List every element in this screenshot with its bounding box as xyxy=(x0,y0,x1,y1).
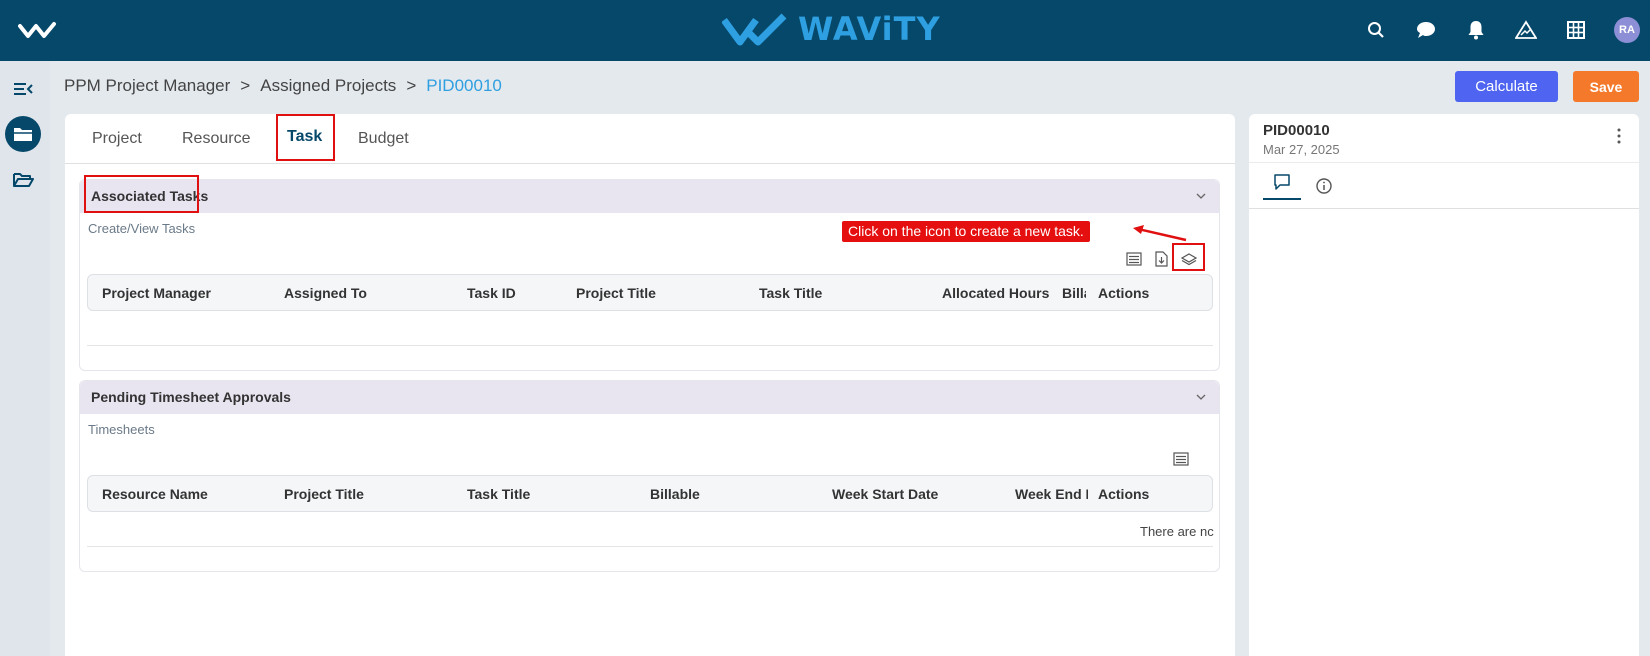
side-panel-date: Mar 27, 2025 xyxy=(1263,142,1340,157)
info-tab-icon[interactable] xyxy=(1305,173,1343,199)
column-header[interactable]: Billa xyxy=(1062,285,1086,301)
top-icon-bar: RA xyxy=(1364,17,1640,43)
detail-side-panel: PID00010 Mar 27, 2025 xyxy=(1249,114,1639,656)
user-avatar[interactable]: RA xyxy=(1614,17,1640,43)
top-bar: WAViTY RA xyxy=(0,0,1650,61)
section-subtitle: Timesheets xyxy=(88,422,155,437)
side-panel-tabs xyxy=(1249,162,1639,209)
breadcrumb-item[interactable]: Assigned Projects xyxy=(260,76,396,96)
associated-tasks-section: Associated Tasks Create/View Tasks Proje… xyxy=(79,179,1220,371)
tab-bar: Project Resource Task Budget xyxy=(65,114,1235,164)
pending-timesheets-section: Pending Timesheet Approvals Timesheets R… xyxy=(79,380,1220,572)
list-view-icon[interactable] xyxy=(1171,449,1191,469)
column-header[interactable]: Project Title xyxy=(284,486,364,502)
breadcrumb-current: PID00010 xyxy=(426,76,502,95)
column-header: Actions xyxy=(1098,285,1150,301)
grid-icon[interactable] xyxy=(1564,18,1588,42)
chevron-down-icon[interactable] xyxy=(1195,190,1207,202)
column-header[interactable]: Assigned To xyxy=(284,285,367,301)
tasks-table-header: Project Manager Assigned To Task ID Proj… xyxy=(87,274,1213,311)
annotation-callout: Click on the icon to create a new task. xyxy=(842,221,1090,242)
column-header[interactable]: Allocated Hours xyxy=(942,285,1049,301)
left-rail xyxy=(0,61,50,656)
breadcrumb-separator: > xyxy=(406,76,417,95)
table-divider xyxy=(87,345,1213,346)
associated-tasks-highlight xyxy=(84,175,199,213)
list-view-icon[interactable] xyxy=(1124,249,1144,269)
calculate-button[interactable]: Calculate xyxy=(1455,71,1558,102)
search-icon[interactable] xyxy=(1364,18,1388,42)
tab-project[interactable]: Project xyxy=(92,130,142,148)
column-header[interactable]: Resource Name xyxy=(102,486,208,502)
analytics-icon[interactable] xyxy=(1514,18,1538,42)
column-header[interactable]: Billable xyxy=(650,486,700,502)
app-logo-icon[interactable] xyxy=(18,18,58,44)
timesheets-table-header: Resource Name Project Title Task Title B… xyxy=(87,475,1213,512)
breadcrumb-separator: > xyxy=(240,76,251,95)
create-task-icon-highlight xyxy=(1172,243,1205,271)
breadcrumb-item[interactable]: PPM Project Manager xyxy=(64,76,230,96)
export-file-icon[interactable] xyxy=(1151,249,1171,269)
projects-folder-icon[interactable] xyxy=(5,116,41,152)
side-panel-title: PID00010 xyxy=(1263,122,1330,139)
column-header[interactable]: Week End D xyxy=(1015,486,1088,502)
column-header[interactable]: Project Title xyxy=(576,285,656,301)
collapse-menu-icon[interactable] xyxy=(5,71,41,107)
more-options-icon[interactable] xyxy=(1611,126,1627,146)
chevron-down-icon[interactable] xyxy=(1195,391,1207,403)
empty-table-message: There are nc xyxy=(1140,524,1214,539)
pending-timesheets-header[interactable]: Pending Timesheet Approvals xyxy=(80,381,1219,414)
comments-tab-icon[interactable] xyxy=(1263,163,1301,200)
column-header[interactable]: Task Title xyxy=(759,285,822,301)
section-title: Pending Timesheet Approvals xyxy=(91,389,291,405)
table-divider xyxy=(87,546,1213,547)
brand-logo: WAViTY xyxy=(722,10,941,48)
column-header[interactable]: Task ID xyxy=(467,285,516,301)
column-header[interactable]: Week Start Date xyxy=(832,486,938,502)
bell-icon[interactable] xyxy=(1464,18,1488,42)
save-button[interactable]: Save xyxy=(1573,71,1639,102)
tab-budget[interactable]: Budget xyxy=(358,130,409,148)
column-header: Actions xyxy=(1098,486,1150,502)
column-header[interactable]: Project Manager xyxy=(102,285,211,301)
main-panel: Project Resource Task Budget Associated … xyxy=(65,114,1235,656)
annotation-arrow-icon xyxy=(1133,225,1187,242)
associated-tasks-header[interactable]: Associated Tasks xyxy=(80,180,1219,213)
chat-icon[interactable] xyxy=(1414,18,1438,42)
brand-name: WAViTY xyxy=(798,10,941,48)
section-subtitle: Create/View Tasks xyxy=(88,221,196,236)
tab-resource[interactable]: Resource xyxy=(182,130,250,148)
open-folder-icon[interactable] xyxy=(5,162,41,198)
column-header[interactable]: Task Title xyxy=(467,486,530,502)
task-tab-highlight xyxy=(276,114,335,161)
breadcrumb: PPM Project Manager > Assigned Projects … xyxy=(64,76,502,96)
brand-mark-icon xyxy=(722,13,787,46)
